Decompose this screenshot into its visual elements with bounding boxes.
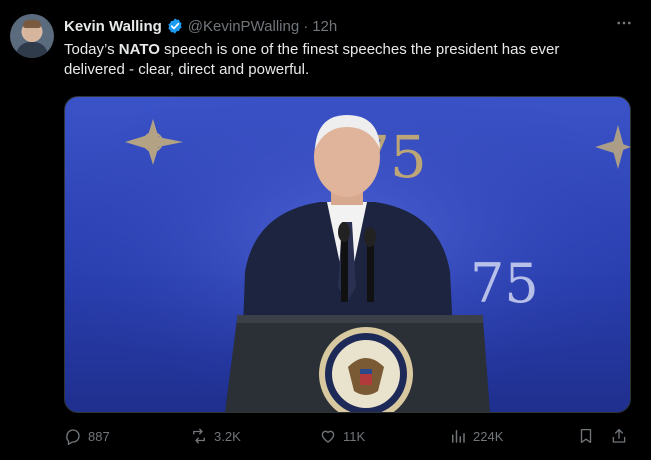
repost-button[interactable]: 3.2K [190, 427, 241, 445]
video-media[interactable]: 75 75 [64, 96, 631, 413]
bookmark-icon [580, 428, 592, 444]
like-count: 11K [343, 428, 366, 444]
author-name[interactable]: Kevin Walling [64, 18, 162, 35]
tweet-text-part: Today’s [64, 41, 119, 58]
like-icon [321, 430, 335, 443]
reply-icon [66, 429, 80, 445]
views-count: 224K [473, 428, 504, 444]
tweet-text-bold: NATO [118, 41, 160, 58]
repost-icon [193, 428, 205, 444]
like-button[interactable]: 11K [319, 427, 365, 445]
views-icon [452, 430, 465, 443]
video-frame: 75 75 [65, 97, 630, 412]
more-icon[interactable] [615, 14, 633, 37]
repost-count: 3.2K [214, 428, 241, 444]
verified-badge-icon [168, 18, 182, 34]
separator-dot: · [303, 17, 309, 35]
author-handle[interactable]: @KevinPWalling [188, 18, 299, 35]
tweet-text: Today’s NATO speech is one of the finest… [64, 40, 624, 80]
bookmark-button[interactable] [577, 427, 595, 445]
share-button[interactable] [610, 427, 628, 445]
reply-button[interactable]: 887 [64, 427, 110, 445]
avatar-suit [16, 42, 48, 58]
avatar-hair [23, 20, 41, 28]
views-button[interactable]: 224K [449, 427, 503, 445]
reply-count: 887 [88, 428, 110, 444]
avatar[interactable] [10, 14, 54, 58]
microphone-left [341, 232, 348, 302]
tweet[interactable]: Kevin Walling @KevinPWalling · 12h Today… [0, 0, 651, 460]
timestamp[interactable]: 12h [312, 18, 337, 35]
share-icon [612, 428, 626, 443]
nato-75-logo-right: 75 [470, 252, 539, 315]
action-bar: 887 3.2K 11K 224K [64, 424, 634, 448]
tweet-header: Kevin Walling @KevinPWalling · 12h [64, 16, 337, 36]
